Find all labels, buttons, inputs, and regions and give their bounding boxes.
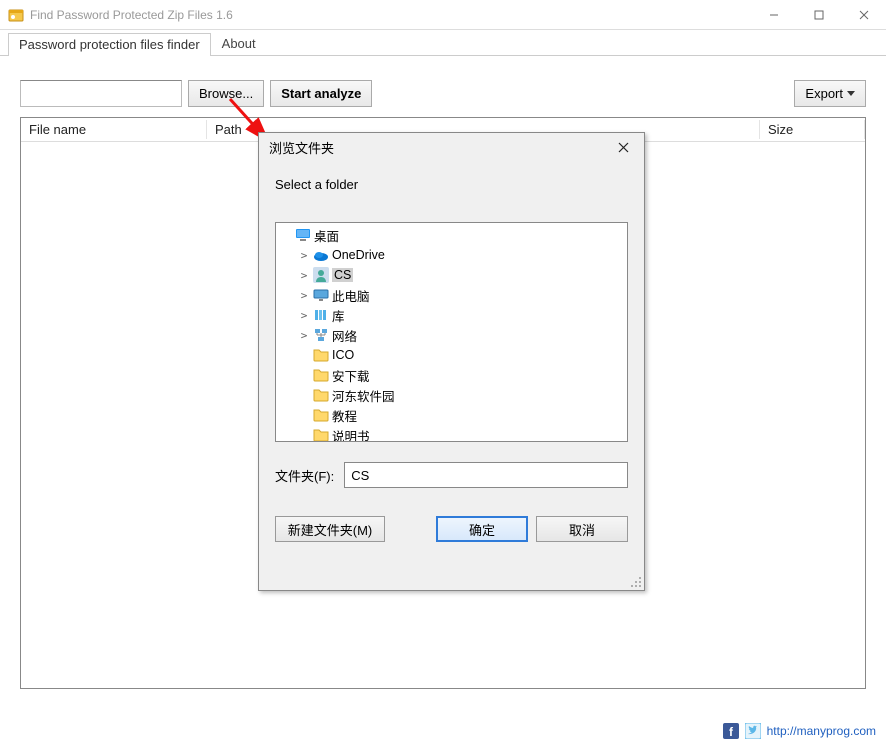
close-button[interactable] bbox=[841, 0, 886, 30]
library-icon bbox=[313, 307, 329, 323]
folder-icon bbox=[313, 427, 329, 442]
tree-item-label: 此电脑 bbox=[332, 286, 370, 305]
ok-button[interactable]: 确定 bbox=[436, 516, 528, 542]
onedrive-icon bbox=[313, 247, 329, 263]
column-size[interactable]: Size bbox=[760, 120, 865, 139]
tree-item-label: 河东软件园 bbox=[332, 386, 395, 405]
homepage-link[interactable]: http://manyprog.com bbox=[767, 724, 876, 738]
folder-tree[interactable]: 桌面>OneDrive>CS>此电脑>库>网络ICO安下载河东软件园教程说明书 bbox=[275, 222, 628, 442]
expander-icon[interactable]: > bbox=[298, 309, 310, 322]
tree-item-label: OneDrive bbox=[332, 248, 385, 262]
tree-item[interactable]: 安下载 bbox=[276, 365, 627, 385]
tab-about[interactable]: About bbox=[211, 32, 267, 55]
new-folder-button[interactable]: 新建文件夹(M) bbox=[275, 516, 385, 542]
analyze-button[interactable]: Start analyze bbox=[270, 80, 372, 107]
desktop-icon bbox=[295, 227, 311, 243]
folder-icon bbox=[313, 367, 329, 383]
tree-item[interactable]: > 网络 bbox=[276, 325, 627, 345]
title-bar: Find Password Protected Zip Files 1.6 bbox=[0, 0, 886, 30]
tree-item[interactable]: >库 bbox=[276, 305, 627, 325]
tree-item-label: ICO bbox=[332, 348, 354, 362]
toolbar: Browse... Start analyze Export bbox=[0, 56, 886, 117]
folder-name-input[interactable] bbox=[344, 462, 628, 488]
tree-item-label: 安下载 bbox=[332, 366, 370, 385]
facebook-icon[interactable]: f bbox=[723, 723, 739, 739]
folder-icon bbox=[313, 387, 329, 403]
tree-item[interactable]: 桌面 bbox=[276, 225, 627, 245]
dialog-titlebar: 浏览文件夹 bbox=[259, 133, 644, 161]
dialog-instruction: Select a folder bbox=[275, 177, 628, 192]
tab-strip: Password protection files finder About bbox=[0, 30, 886, 56]
path-input[interactable] bbox=[20, 80, 182, 107]
browse-button[interactable]: Browse... bbox=[188, 80, 264, 107]
cancel-button[interactable]: 取消 bbox=[536, 516, 628, 542]
tree-item[interactable]: 教程 bbox=[276, 405, 627, 425]
user-icon bbox=[313, 267, 329, 283]
browse-folder-dialog: 浏览文件夹 Select a folder 桌面 > OneDrive > CS > 此电脑… bbox=[258, 132, 645, 591]
status-bar: f http://manyprog.com bbox=[723, 719, 876, 743]
tree-item-label: 教程 bbox=[332, 406, 357, 425]
window-title: Find Password Protected Zip Files 1.6 bbox=[30, 8, 751, 22]
folder-field-label: 文件夹(F): bbox=[275, 466, 334, 485]
chevron-down-icon bbox=[847, 91, 855, 96]
tree-item[interactable]: ICO bbox=[276, 345, 627, 365]
expander-icon[interactable]: > bbox=[298, 269, 310, 282]
tree-item[interactable]: > OneDrive bbox=[276, 245, 627, 265]
maximize-button[interactable] bbox=[796, 0, 841, 30]
dialog-title: 浏览文件夹 bbox=[269, 138, 608, 157]
app-icon bbox=[8, 7, 24, 23]
tree-item-label: 库 bbox=[332, 306, 345, 325]
expander-icon[interactable]: > bbox=[298, 289, 310, 302]
tree-item[interactable]: 河东软件园 bbox=[276, 385, 627, 405]
expander-icon[interactable]: > bbox=[298, 329, 310, 342]
tree-item[interactable]: > CS bbox=[276, 265, 627, 285]
tab-main[interactable]: Password protection files finder bbox=[8, 33, 211, 56]
tree-item[interactable]: > 此电脑 bbox=[276, 285, 627, 305]
twitter-icon[interactable] bbox=[745, 723, 761, 739]
resize-grip[interactable] bbox=[628, 574, 642, 588]
expander-icon[interactable]: > bbox=[298, 249, 310, 262]
network-icon bbox=[313, 327, 329, 343]
export-button[interactable]: Export bbox=[794, 80, 866, 107]
export-label: Export bbox=[805, 86, 843, 101]
folder-icon bbox=[313, 407, 329, 423]
tree-item-label: CS bbox=[332, 268, 353, 282]
minimize-button[interactable] bbox=[751, 0, 796, 30]
dialog-close-button[interactable] bbox=[608, 135, 638, 159]
tree-item-label: 说明书 bbox=[332, 426, 370, 443]
folder-icon bbox=[313, 347, 329, 363]
tree-item[interactable]: 说明书 bbox=[276, 425, 627, 442]
column-filename[interactable]: File name bbox=[21, 120, 207, 139]
pc-icon bbox=[313, 287, 329, 303]
tree-item-label: 桌面 bbox=[314, 226, 339, 245]
tree-item-label: 网络 bbox=[332, 326, 357, 345]
